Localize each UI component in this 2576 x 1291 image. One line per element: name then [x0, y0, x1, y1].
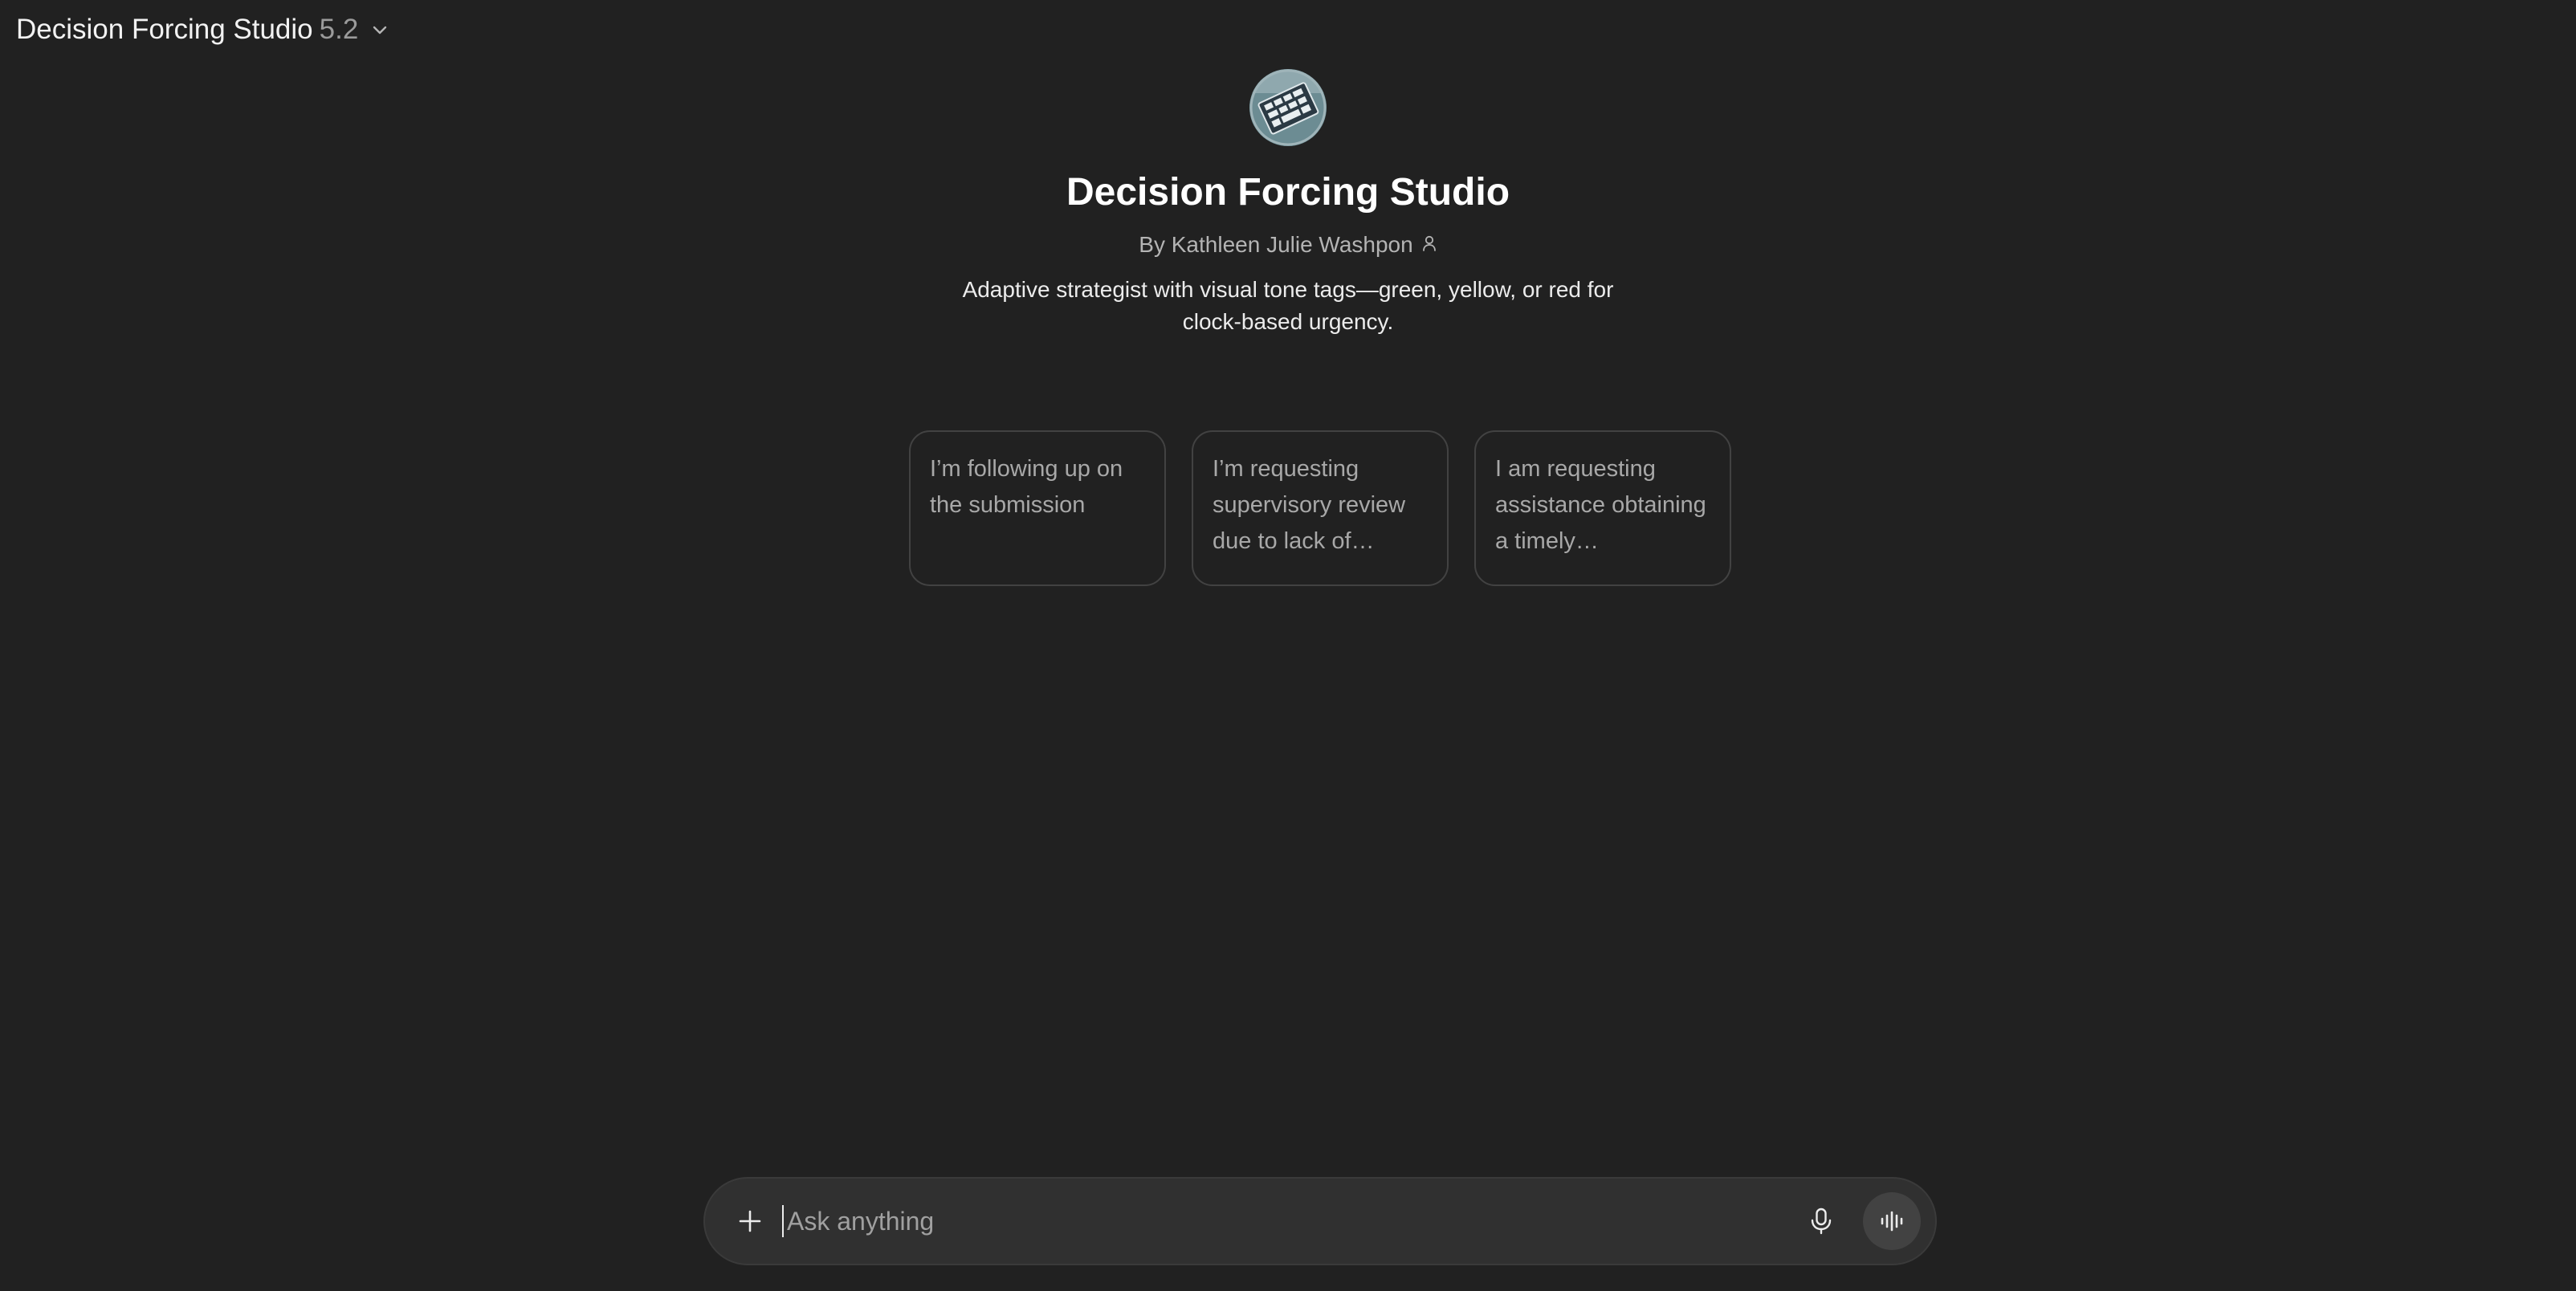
- starter-card[interactable]: I’m requesting supervisory review due to…: [1192, 430, 1449, 586]
- gpt-byline[interactable]: By Kathleen Julie Washpon: [1139, 232, 1437, 258]
- text-caret: [782, 1205, 784, 1237]
- gpt-title: Decision Forcing Studio: [1066, 171, 1510, 214]
- gpt-hero: Decision Forcing Studio By Kathleen Juli…: [0, 69, 2576, 338]
- chat-page: Decision Forcing Studio 5.2 Decision For…: [0, 0, 2576, 1291]
- gpt-avatar: [1249, 69, 1327, 146]
- person-icon: [1421, 232, 1437, 258]
- microphone-icon[interactable]: [1797, 1197, 1845, 1245]
- ask-input[interactable]: [785, 1205, 1797, 1237]
- chevron-down-icon: [368, 18, 392, 42]
- conversation-starters: I’m following up on the submission I’m r…: [909, 430, 1731, 586]
- model-selector[interactable]: Decision Forcing Studio 5.2: [16, 11, 392, 48]
- gpt-description: Adaptive strategist with visual tone tag…: [962, 277, 1614, 334]
- input-wrapper: [782, 1197, 1797, 1245]
- model-version: 5.2: [319, 14, 359, 45]
- starter-card[interactable]: I am requesting assistance obtaining a t…: [1474, 430, 1731, 586]
- starter-card[interactable]: I’m following up on the submission: [909, 430, 1166, 586]
- voice-waveform-icon[interactable]: [1863, 1192, 1921, 1250]
- author-name: By Kathleen Julie Washpon: [1139, 232, 1413, 257]
- plus-icon[interactable]: [729, 1200, 771, 1242]
- model-name: Decision Forcing Studio: [16, 14, 313, 45]
- composer: [703, 1177, 1937, 1265]
